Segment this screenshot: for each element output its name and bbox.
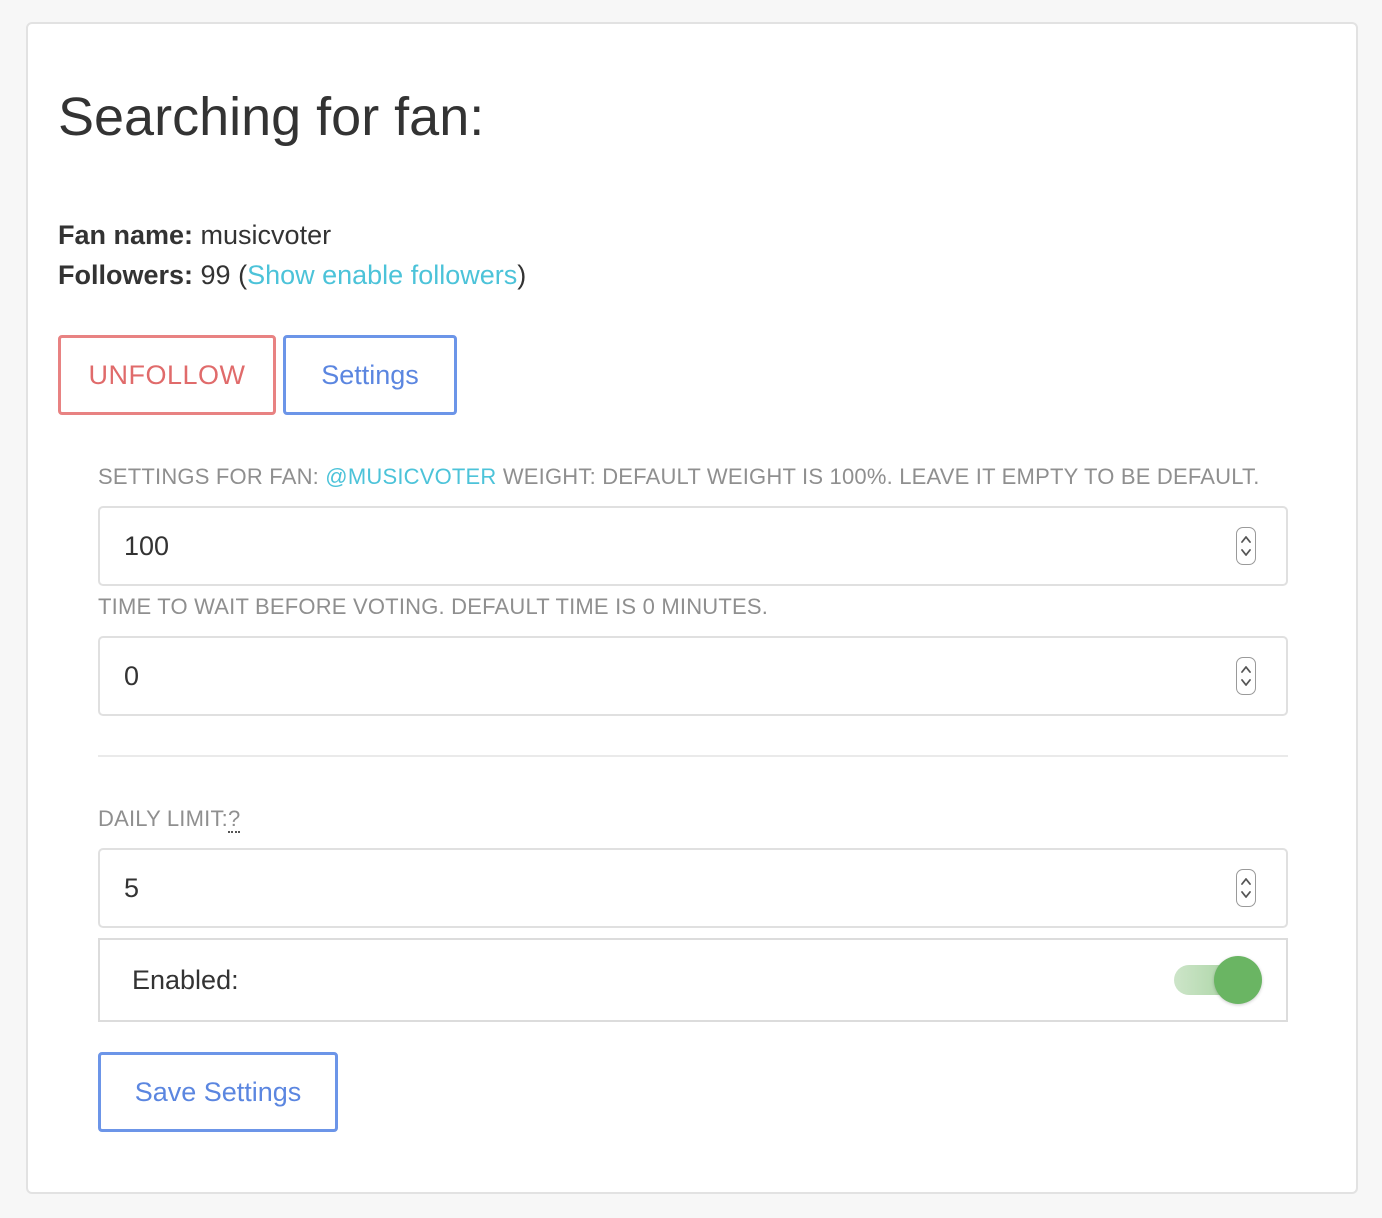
up-down-chevron-icon [1241,878,1251,898]
unfollow-button[interactable]: UNFOLLOW [58,335,276,415]
divider [98,755,1288,757]
settings-button[interactable]: Settings [283,335,457,415]
page-title: Searching for fan: [58,87,485,147]
enabled-label: Enabled: [132,964,239,995]
daily-limit-label: Daily limit:? [98,806,241,833]
enabled-toggle[interactable] [1174,954,1264,1006]
toggle-knob [1214,956,1262,1004]
daily-limit-stepper[interactable] [1236,869,1256,907]
up-down-chevron-icon [1241,536,1251,556]
weight-label-prefix: Settings for fan: [98,464,326,489]
save-settings-button[interactable]: Save Settings [98,1052,338,1132]
daily-limit-label-text: Daily limit: [98,806,228,831]
weight-label: Settings for fan: @musicvoter Weight: De… [98,466,1260,488]
followers-open-paren: ( [230,260,248,290]
daily-limit-input-value: 5 [124,872,140,903]
fan-name-value: musicvoter [200,220,332,250]
weight-input-value: 100 [124,530,170,561]
weight-stepper[interactable] [1236,527,1256,565]
up-down-chevron-icon [1241,666,1251,686]
daily-limit-help[interactable]: ? [227,806,241,833]
time-stepper[interactable] [1236,657,1256,695]
followers-count: 99 [200,260,231,290]
followers-line: Followers: 99 (Show enable followers) [58,262,526,289]
daily-limit-input[interactable]: 5 [98,848,1288,928]
followers-label: Followers: [58,260,194,290]
enabled-row: Enabled: [98,938,1288,1022]
time-label: Time to wait before voting. Default time… [98,594,769,619]
fan-handle-link[interactable]: @musicvoter [325,464,496,489]
fan-name-line: Fan name: musicvoter [58,222,331,249]
fan-name-label: Fan name: [58,220,194,250]
fan-settings-card: Searching for fan: Fan name: musicvoter … [26,22,1358,1194]
time-input[interactable]: 0 [98,636,1288,716]
weight-label-suffix: Weight: Default weight is 100%. Leave it… [496,464,1260,489]
show-enable-followers-link[interactable]: Show enable followers [247,260,517,290]
time-input-value: 0 [124,660,140,691]
weight-input[interactable]: 100 [98,506,1288,586]
followers-close-paren: ) [517,260,527,290]
